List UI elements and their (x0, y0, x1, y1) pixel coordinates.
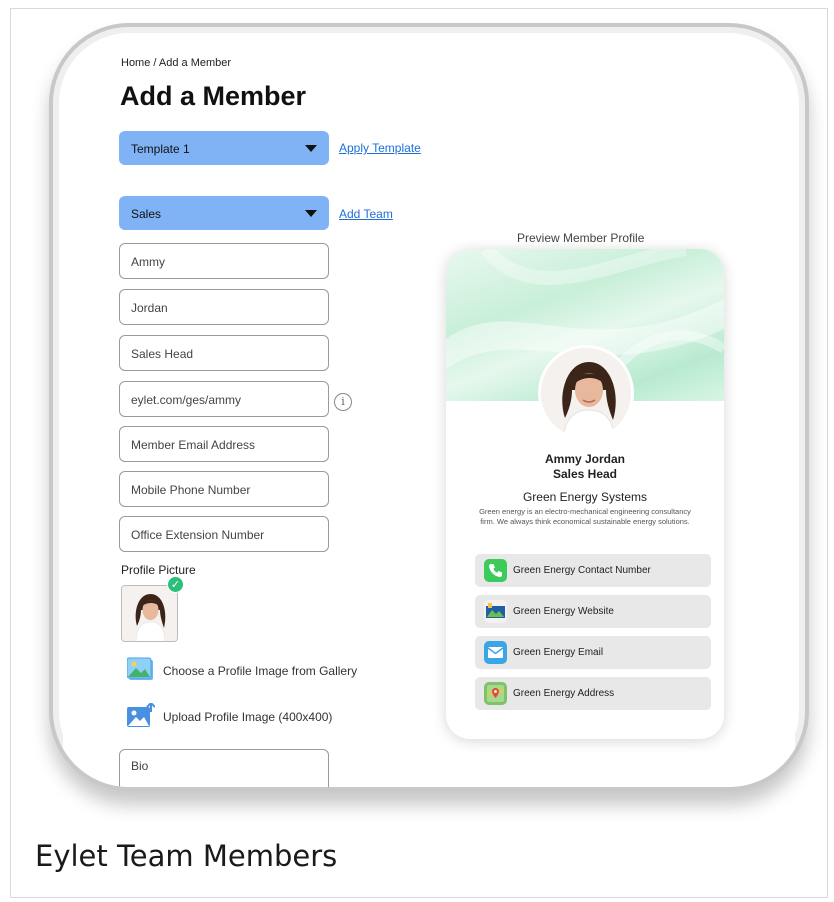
email-icon (484, 641, 507, 664)
preview-member-name: Ammy Jordan (544, 452, 626, 466)
add-team-link[interactable]: Add Team (339, 207, 393, 221)
member-profile-preview-card: Ammy Jordan Sales Head Green Energy Syst… (446, 249, 724, 739)
upload-image-icon (127, 701, 156, 729)
phone-icon (484, 559, 507, 582)
profile-picture-label: Profile Picture (121, 563, 196, 577)
page-title: Add a Member (120, 81, 307, 111)
website-icon (484, 600, 507, 623)
check-icon: ✓ (167, 576, 184, 593)
profile-thumbnail[interactable] (121, 585, 178, 642)
team-select[interactable]: Sales (119, 196, 329, 230)
template-select[interactable]: Template 1 (119, 131, 329, 165)
preview-label: Preview Member Profile (517, 231, 645, 245)
address-link[interactable]: Green Energy Address (475, 677, 711, 710)
address-label: Green Energy Address (513, 688, 615, 699)
upload-profile-image-button[interactable]: Upload Profile Image (400x400) (127, 701, 367, 731)
gallery-action-label: Choose a Profile Image from Gallery (163, 664, 358, 678)
figure-caption: Eylet Team Members (35, 839, 338, 873)
apply-template-link[interactable]: Apply Template (339, 141, 421, 155)
email-field[interactable]: Member Email Address (119, 426, 329, 462)
job-title-field[interactable]: Sales Head (119, 335, 329, 371)
preview-member-title: Sales Head (552, 467, 618, 481)
info-icon[interactable]: i (334, 393, 352, 411)
chevron-down-icon (305, 210, 317, 217)
office-extension-field[interactable]: Office Extension Number (119, 516, 329, 552)
gallery-icon (126, 657, 155, 683)
preview-company-description: Green energy is an electro-mechanical en… (479, 507, 691, 526)
choose-from-gallery-button[interactable]: Choose a Profile Image from Gallery (126, 657, 367, 685)
website-label: Green Energy Website (513, 606, 614, 617)
upload-action-label: Upload Profile Image (400x400) (163, 710, 333, 724)
contact-number-label: Green Energy Contact Number (513, 565, 651, 576)
page-frame: Home / Add a Member Add a Member Templat… (10, 8, 828, 898)
mobile-phone-field[interactable]: Mobile Phone Number (119, 471, 329, 507)
first-name-field[interactable]: Ammy (119, 243, 329, 279)
contact-number-link[interactable]: Green Energy Contact Number (475, 554, 711, 587)
avatar (538, 345, 634, 441)
map-icon (484, 682, 507, 705)
template-select-value: Template 1 (131, 142, 190, 156)
device-frame: Home / Add a Member Add a Member Templat… (49, 23, 809, 791)
email-link[interactable]: Green Energy Email (475, 636, 711, 669)
preview-company-name: Green Energy Systems (522, 490, 648, 504)
last-name-field[interactable]: Jordan (119, 289, 329, 325)
app-screen: Home / Add a Member Add a Member Templat… (63, 37, 795, 787)
breadcrumb[interactable]: Home / Add a Member (121, 57, 231, 69)
bio-field[interactable]: Bio (119, 749, 329, 787)
chevron-down-icon (305, 145, 317, 152)
profile-url-field[interactable]: eylet.com/ges/ammy (119, 381, 329, 417)
website-link[interactable]: Green Energy Website (475, 595, 711, 628)
team-select-value: Sales (131, 207, 162, 221)
email-label: Green Energy Email (513, 647, 604, 658)
